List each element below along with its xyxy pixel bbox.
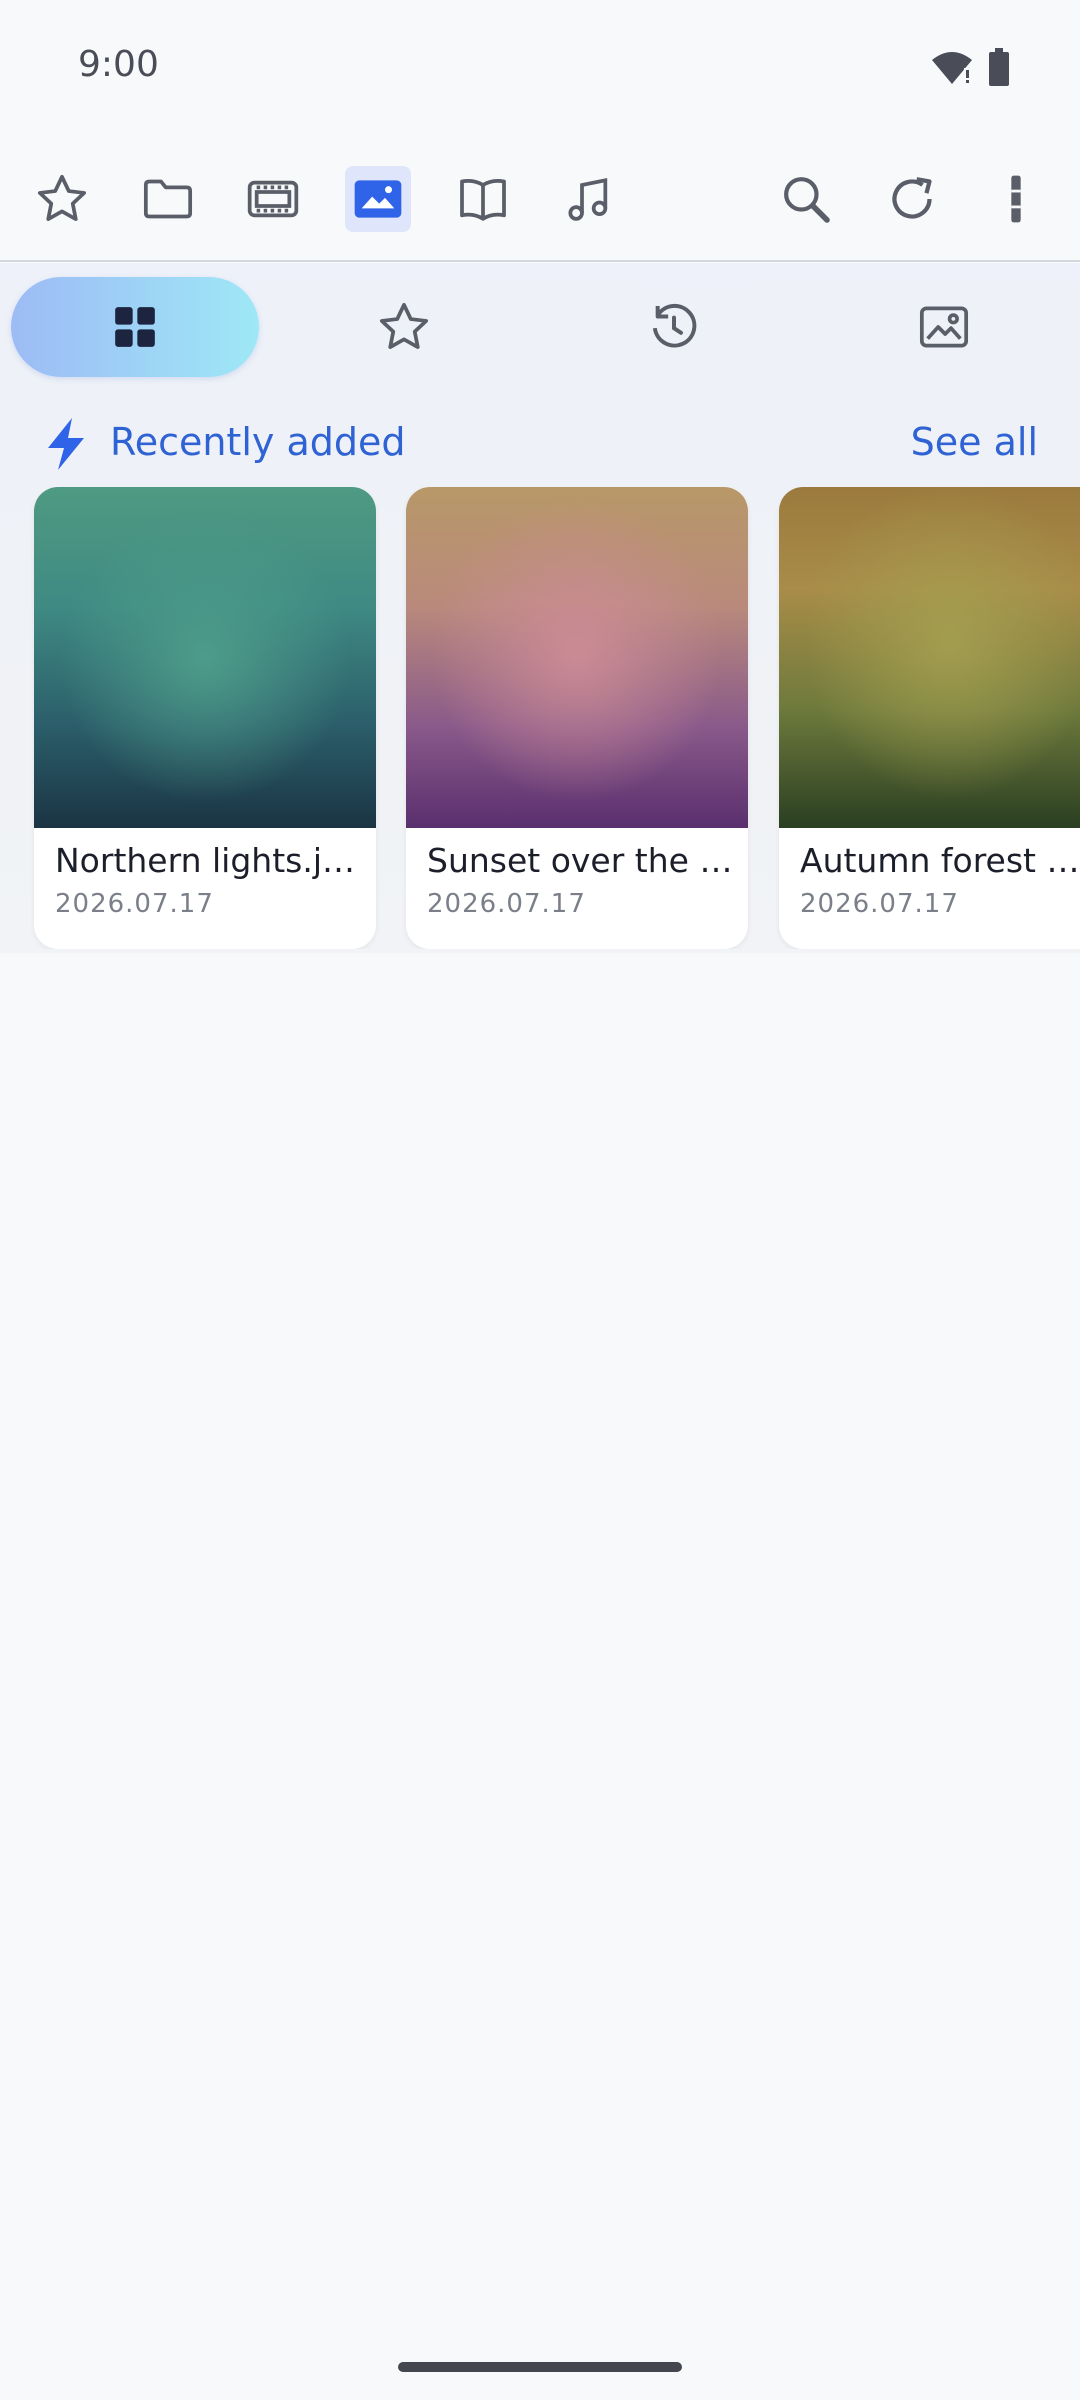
card-date: 2026.07.17 bbox=[427, 889, 586, 919]
card-title: Sunset over the b… bbox=[427, 841, 733, 880]
card-thumbnail bbox=[406, 487, 748, 828]
search-icon[interactable] bbox=[773, 166, 839, 232]
section-title: Recently added bbox=[110, 420, 406, 464]
history-icon bbox=[652, 303, 697, 348]
screen: 9:00 Recently added See all Northern lig… bbox=[0, 0, 1080, 2400]
recently-added-header: Recently added See all bbox=[0, 408, 1080, 478]
card-date: 2026.07.17 bbox=[55, 889, 214, 919]
photo-icon bbox=[919, 306, 969, 348]
more-vert-icon[interactable] bbox=[983, 166, 1049, 232]
category-tabs bbox=[0, 263, 1080, 393]
status-icons bbox=[930, 48, 1010, 88]
status-bar: 9:00 bbox=[0, 0, 1080, 136]
status-time: 9:00 bbox=[78, 44, 159, 85]
grid-icon bbox=[115, 307, 155, 347]
tab-photos[interactable] bbox=[820, 277, 1068, 377]
tab-recent[interactable] bbox=[550, 277, 798, 377]
video-icon[interactable] bbox=[240, 166, 306, 232]
book-icon[interactable] bbox=[450, 166, 516, 232]
battery-icon bbox=[989, 48, 1009, 86]
image-card[interactable]: Autumn forest tr… 2026.07.17 bbox=[779, 487, 1080, 949]
music-icon[interactable] bbox=[556, 166, 622, 232]
recent-cards: Northern lights.jpg 2026.07.17 Sunset ov… bbox=[0, 487, 1080, 949]
card-title: Autumn forest tr… bbox=[800, 841, 1080, 880]
top-toolbar bbox=[0, 136, 1080, 262]
image-card[interactable]: Northern lights.jpg 2026.07.17 bbox=[34, 487, 376, 949]
star-icon bbox=[379, 302, 429, 349]
card-date: 2026.07.17 bbox=[800, 889, 959, 919]
card-thumbnail bbox=[34, 487, 376, 828]
wifi-alert-icon bbox=[932, 52, 972, 84]
see-all-link[interactable]: See all bbox=[911, 420, 1038, 464]
refresh-icon[interactable] bbox=[879, 166, 945, 232]
tab-all[interactable] bbox=[11, 277, 259, 377]
bolt-icon bbox=[48, 418, 84, 470]
home-indicator[interactable] bbox=[398, 2362, 682, 2372]
image-icon[interactable] bbox=[345, 166, 411, 232]
image-card[interactable]: Sunset over the b… 2026.07.17 bbox=[406, 487, 748, 949]
card-thumbnail bbox=[779, 487, 1080, 828]
folder-icon[interactable] bbox=[135, 166, 201, 232]
favorites-star-icon[interactable] bbox=[29, 166, 95, 232]
card-title: Northern lights.jpg bbox=[55, 841, 361, 880]
tab-favorites[interactable] bbox=[280, 277, 528, 377]
